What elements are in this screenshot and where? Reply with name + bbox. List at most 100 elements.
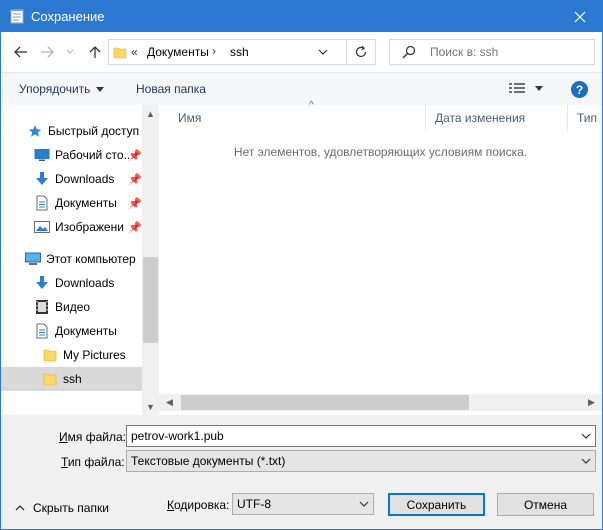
column-header-label: Дата изменения <box>435 111 526 125</box>
filetype-select[interactable]: Текстовые документы (*.txt) <box>126 450 596 472</box>
hide-folders-label: Скрыть папки <box>33 501 109 515</box>
up-button[interactable] <box>85 42 105 62</box>
arrow-left-icon <box>14 46 27 58</box>
sidebar-item-documents-quick[interactable]: Документы 📌 <box>1 191 142 215</box>
search-icon <box>402 45 416 62</box>
chevron-down-icon <box>359 501 369 507</box>
details-view-icon <box>509 83 525 93</box>
sidebar-item-downloads-quick[interactable]: Downloads 📌 <box>1 167 142 191</box>
scroll-right-arrow-icon[interactable]: ▶ <box>583 394 600 411</box>
file-list[interactable]: Имя ^ Дата изменения Тип Нет элементов, … <box>159 100 602 415</box>
breadcrumb-separator[interactable]: › <box>212 44 216 58</box>
command-bar: Упорядочить Новая папка ? <box>1 72 602 105</box>
encoding-label: Кодировка: <box>167 498 230 512</box>
sidebar-item-this-pc[interactable]: Этот компьютер <box>1 247 142 271</box>
address-overflow[interactable]: « <box>131 45 138 59</box>
document-icon <box>34 323 50 339</box>
sidebar-item-label: Документы <box>55 324 117 338</box>
notepad-icon <box>9 8 25 24</box>
nav-pane-scrollbar[interactable]: ▲ ▼ <box>142 105 159 415</box>
navigation-pane: Быстрый доступ Рабочий сто... 📌 Download… <box>1 105 142 415</box>
address-bar[interactable]: « Документы › ssh <box>108 39 376 65</box>
sidebar-item-label: Этот компьютер <box>46 252 136 266</box>
arrow-right-icon <box>41 46 54 58</box>
filetype-label: Тип файла: <box>61 455 125 469</box>
back-button[interactable] <box>11 42 31 62</box>
download-icon <box>34 275 50 291</box>
save-button[interactable]: Сохранить <box>388 493 485 516</box>
scroll-left-arrow-icon[interactable]: ◀ <box>161 394 178 411</box>
filename-input[interactable] <box>131 429 595 443</box>
sidebar-item-my-pictures[interactable]: My Pictures <box>1 343 142 367</box>
column-header-date-modified[interactable]: Дата изменения <box>426 105 568 131</box>
forward-button[interactable] <box>37 42 57 62</box>
view-options-button[interactable] <box>509 82 543 94</box>
content-area: Быстрый доступ Рабочий сто... 📌 Download… <box>1 100 602 415</box>
chevron-down-icon <box>581 433 591 439</box>
star-icon <box>27 123 43 139</box>
sidebar-item-documents[interactable]: Документы <box>1 319 142 343</box>
pin-icon: 📌 <box>128 150 142 162</box>
refresh-button[interactable] <box>346 40 375 64</box>
scroll-thumb[interactable] <box>143 257 158 343</box>
folder-icon <box>42 347 58 363</box>
video-icon <box>34 299 50 315</box>
close-button[interactable] <box>558 1 602 32</box>
sidebar-item-label: Видео <box>55 300 91 314</box>
hide-folders-button[interactable]: Скрыть папки <box>15 501 109 515</box>
file-list-horizontal-scrollbar[interactable]: ◀ ▶ <box>159 394 602 411</box>
recent-locations-button[interactable] <box>63 42 77 62</box>
sort-ascending-icon: ^ <box>309 100 314 111</box>
encoding-dropdown-button[interactable] <box>355 494 373 514</box>
computer-icon <box>25 251 41 267</box>
filename-dropdown-button[interactable] <box>577 426 595 446</box>
navigation-row: « Документы › ssh <box>1 32 602 72</box>
scroll-up-arrow-icon[interactable]: ▲ <box>142 105 159 122</box>
filename-label: Имя файла: <box>59 430 126 444</box>
folder-icon <box>113 45 127 62</box>
sidebar-item-desktop[interactable]: Рабочий сто... 📌 <box>1 143 142 167</box>
filename-combobox[interactable] <box>126 425 596 447</box>
sidebar-item-video[interactable]: Видео <box>1 295 142 319</box>
filetype-dropdown-button[interactable] <box>577 451 595 471</box>
pin-icon: 📌 <box>128 174 142 186</box>
column-header-label: Тип <box>577 111 598 125</box>
address-dropdown[interactable] <box>318 45 328 62</box>
sidebar-item-pictures-quick[interactable]: Изображени 📌 <box>1 215 142 239</box>
document-icon <box>34 195 50 211</box>
column-header-name[interactable]: Имя ^ <box>169 100 426 131</box>
folder-icon <box>42 371 58 387</box>
sidebar-item-ssh[interactable]: ssh <box>1 367 142 391</box>
scroll-thumb[interactable] <box>181 395 469 410</box>
sidebar-item-label: Быстрый доступ <box>48 124 140 138</box>
sidebar-item-label: Downloads <box>55 172 115 186</box>
empty-folder-message: Нет элементов, удовлетворяющих условиям … <box>233 145 528 159</box>
organize-label: Упорядочить <box>19 82 91 96</box>
new-folder-button[interactable]: Новая папка <box>136 82 206 96</box>
filetype-value: Текстовые документы (*.txt) <box>131 454 286 468</box>
sidebar-item-quick-access[interactable]: Быстрый доступ <box>1 119 142 143</box>
arrow-up-icon <box>89 46 101 58</box>
picture-icon <box>34 219 50 235</box>
sidebar-item-label: Рабочий сто... <box>55 148 134 162</box>
caret-down-icon <box>535 85 543 91</box>
search-input[interactable] <box>430 45 580 59</box>
search-box[interactable] <box>389 39 595 65</box>
column-header-type[interactable]: Тип <box>568 105 602 131</box>
save-dialog: Сохранение « Документы › ssh Поиск в: ss… <box>0 0 603 530</box>
chevron-up-icon <box>15 505 25 511</box>
help-button[interactable]: ? <box>571 81 588 98</box>
column-header-label: Имя <box>178 111 202 125</box>
pin-icon: 📌 <box>128 222 142 234</box>
organize-button[interactable]: Упорядочить <box>19 82 105 96</box>
scroll-down-arrow-icon[interactable]: ▼ <box>142 398 159 415</box>
window-title: Сохранение <box>31 9 105 24</box>
cancel-button[interactable]: Отмена <box>497 493 594 516</box>
pin-icon: 📌 <box>128 198 142 210</box>
sidebar-item-downloads[interactable]: Downloads <box>1 271 142 295</box>
title-bar: Сохранение <box>1 1 602 32</box>
breadcrumb-documents[interactable]: Документы <box>147 45 209 59</box>
breadcrumb-ssh[interactable]: ssh <box>230 45 249 59</box>
chevron-down-icon <box>66 49 74 54</box>
encoding-select[interactable]: UTF-8 <box>232 493 374 515</box>
